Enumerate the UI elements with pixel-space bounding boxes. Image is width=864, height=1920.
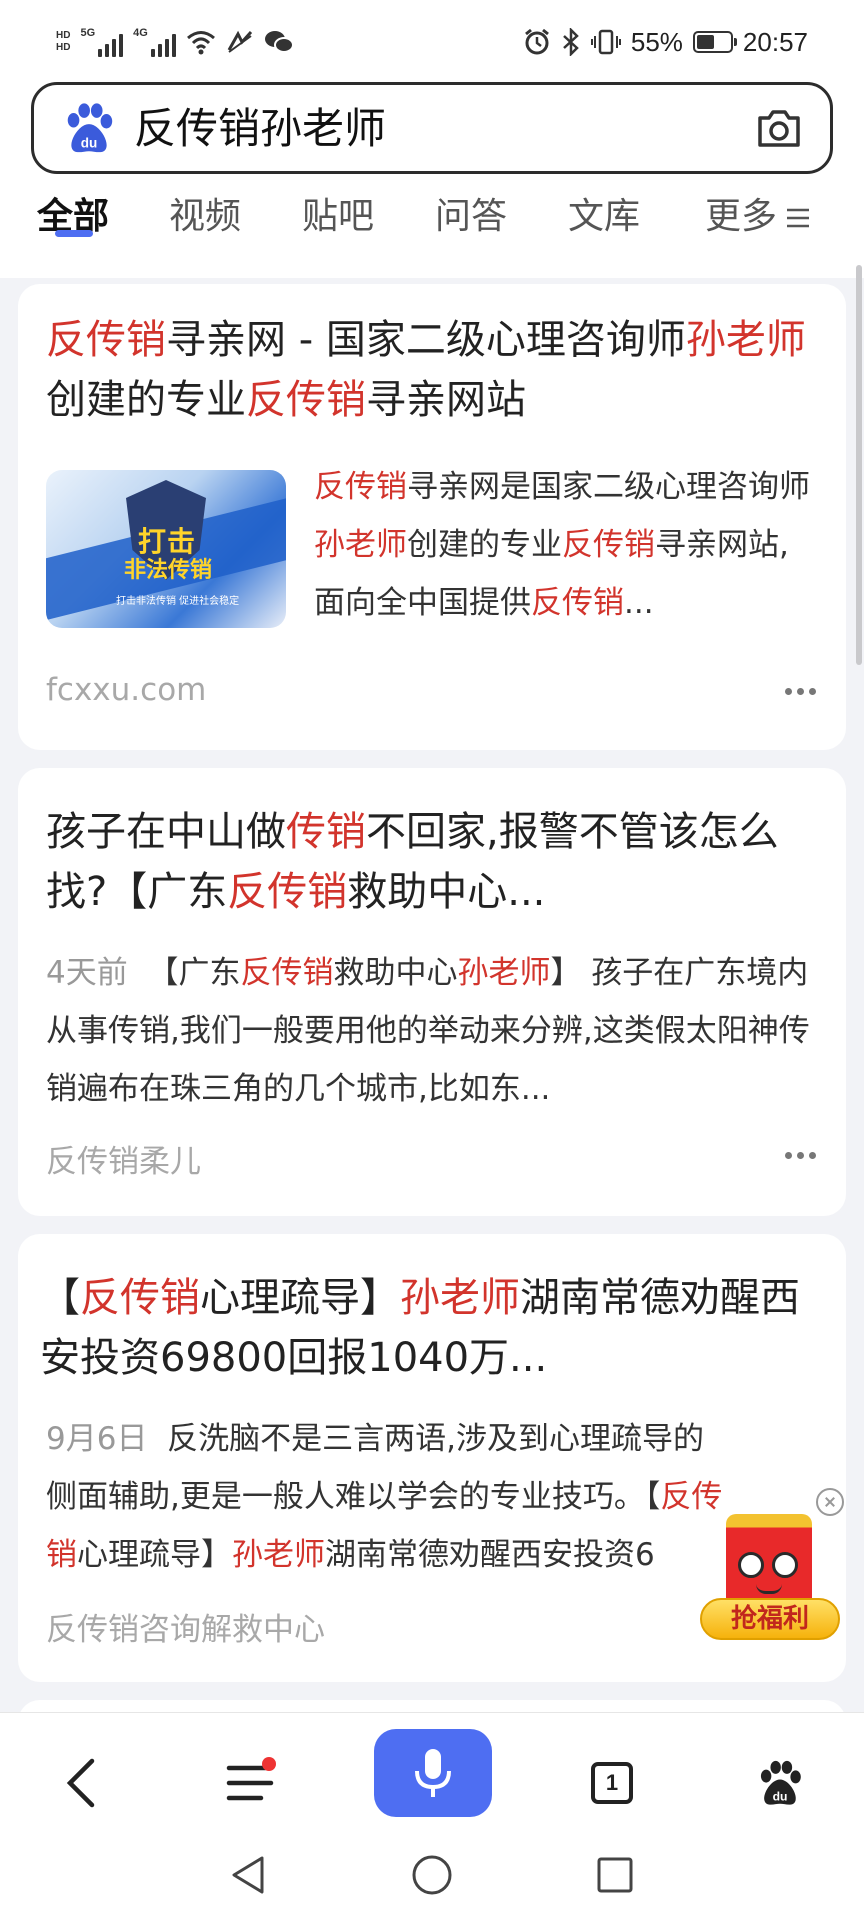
welfare-widget[interactable]: 抢福利 bbox=[700, 1514, 840, 1644]
bottom-navigation: 1 du bbox=[0, 1712, 864, 1920]
result-source[interactable]: fcxxu.com bbox=[46, 672, 206, 708]
triangle-back-icon bbox=[232, 1856, 264, 1894]
battery-fill bbox=[696, 35, 714, 49]
menu-button[interactable] bbox=[210, 1743, 290, 1823]
result-card-1[interactable]: 反传销寻亲网 - 国家二级心理咨询师孙老师创建的专业反传销寻亲网站 打击 非法传… bbox=[18, 284, 846, 750]
status-bar: HD HD 5G 4G 55% 20:57 bbox=[0, 0, 864, 82]
vibrate-icon bbox=[590, 29, 621, 55]
result-snippet: 9月6日 反洗脑不是三言两语,涉及到心理疏导的侧面辅助,更是一般人难以学会的专业… bbox=[46, 1421, 723, 1573]
result-title[interactable]: 【反传销心理疏导】孙老师湖南常德劝醒西安投资69800回报1040万... bbox=[40, 1268, 812, 1388]
result-card-2[interactable]: 孩子在中山做传销不回家,报警不管该怎么找?【广东反传销救助中心... 4天前 【… bbox=[18, 768, 846, 1216]
result-date: 9月6日 bbox=[46, 1421, 148, 1457]
baidu-paw-icon[interactable]: du bbox=[60, 99, 118, 157]
result-snippet: 4天前 【广东反传销救助中心孙老师】 孩子在广东境内从事传销,我们一般要用他的举… bbox=[46, 955, 810, 1107]
menu-lines-icon bbox=[787, 208, 810, 228]
result-title[interactable]: 反传销寻亲网 - 国家二级心理咨询师孙老师创建的专业反传销寻亲网站 bbox=[46, 310, 812, 430]
close-icon[interactable] bbox=[816, 1488, 844, 1516]
chevron-left-icon bbox=[66, 1758, 95, 1808]
tab-qa[interactable]: 问答 bbox=[435, 192, 507, 242]
microphone-icon bbox=[415, 1749, 451, 1797]
system-back-button[interactable] bbox=[218, 1845, 278, 1905]
baidu-paw-icon: du bbox=[760, 1760, 801, 1805]
search-box[interactable]: du 反传销孙老师 bbox=[31, 82, 833, 174]
battery-percent: 55% bbox=[630, 26, 683, 57]
system-recents-button[interactable] bbox=[585, 1845, 645, 1905]
result-source[interactable]: 反传销柔儿 bbox=[46, 1136, 201, 1181]
tab-more[interactable]: 更多 bbox=[705, 192, 811, 242]
result-source[interactable]: 反传销咨询解救中心 bbox=[46, 1604, 325, 1649]
result-date: 4天前 bbox=[46, 955, 128, 991]
more-options-icon[interactable] bbox=[785, 1152, 816, 1159]
tabs-button[interactable]: 1 bbox=[572, 1743, 652, 1823]
tab-video[interactable]: 视频 bbox=[169, 192, 241, 242]
signal-strength-icon-1: 5G bbox=[80, 27, 124, 57]
scrollbar[interactable] bbox=[856, 265, 862, 665]
tab-count-icon: 1 bbox=[591, 1762, 633, 1804]
voice-search-button[interactable] bbox=[374, 1729, 492, 1817]
gift-box-icon bbox=[726, 1514, 812, 1610]
result-thumbnail[interactable]: 打击 非法传销 打击非法传销 促进社会稳定 bbox=[46, 470, 286, 628]
system-home-button[interactable] bbox=[402, 1845, 462, 1905]
result-title[interactable]: 孩子在中山做传销不回家,报警不管该怎么找?【广东反传销救助中心... bbox=[46, 802, 812, 922]
wechat-icon bbox=[264, 31, 294, 53]
battery-icon bbox=[692, 31, 737, 53]
transfer-icon bbox=[227, 30, 252, 53]
camera-icon[interactable] bbox=[756, 107, 802, 149]
welfare-label[interactable]: 抢福利 bbox=[700, 1598, 840, 1640]
status-bar-left: HD HD 5G 4G bbox=[56, 24, 294, 60]
circle-home-icon bbox=[412, 1855, 452, 1895]
status-bar-right: 55% 20:57 bbox=[523, 24, 808, 60]
search-query[interactable]: 反传销孙老师 bbox=[134, 101, 386, 157]
active-tab-indicator bbox=[55, 230, 93, 237]
more-options-icon[interactable] bbox=[785, 688, 816, 695]
bluetooth-icon bbox=[563, 28, 579, 56]
svg-text:du: du bbox=[773, 1789, 788, 1803]
search-tabs: 全部 视频 贴吧 问答 文库 更多 bbox=[0, 192, 864, 262]
square-recents-icon bbox=[597, 1857, 633, 1893]
tab-wenku[interactable]: 文库 bbox=[568, 192, 640, 242]
alarm-icon bbox=[524, 28, 549, 55]
hd-icon: HD HD bbox=[56, 30, 71, 53]
svg-text:du: du bbox=[81, 135, 98, 150]
tab-tieba[interactable]: 贴吧 bbox=[302, 192, 374, 242]
signal-strength-icon-2: 4G bbox=[133, 27, 176, 57]
tab-more-label: 更多 bbox=[705, 196, 778, 237]
back-button[interactable] bbox=[40, 1743, 120, 1823]
home-button[interactable]: du bbox=[740, 1743, 820, 1823]
clock: 20:57 bbox=[742, 26, 808, 57]
result-snippet: 反传销寻亲网是国家二级心理咨询师孙老师创建的专业反传销寻亲网站,面向全中国提供反… bbox=[314, 469, 810, 621]
notification-dot bbox=[262, 1757, 276, 1771]
search-header: du 反传销孙老师 全部 视频 贴吧 问答 文库 更多 bbox=[0, 82, 864, 278]
wifi-icon bbox=[186, 31, 215, 55]
